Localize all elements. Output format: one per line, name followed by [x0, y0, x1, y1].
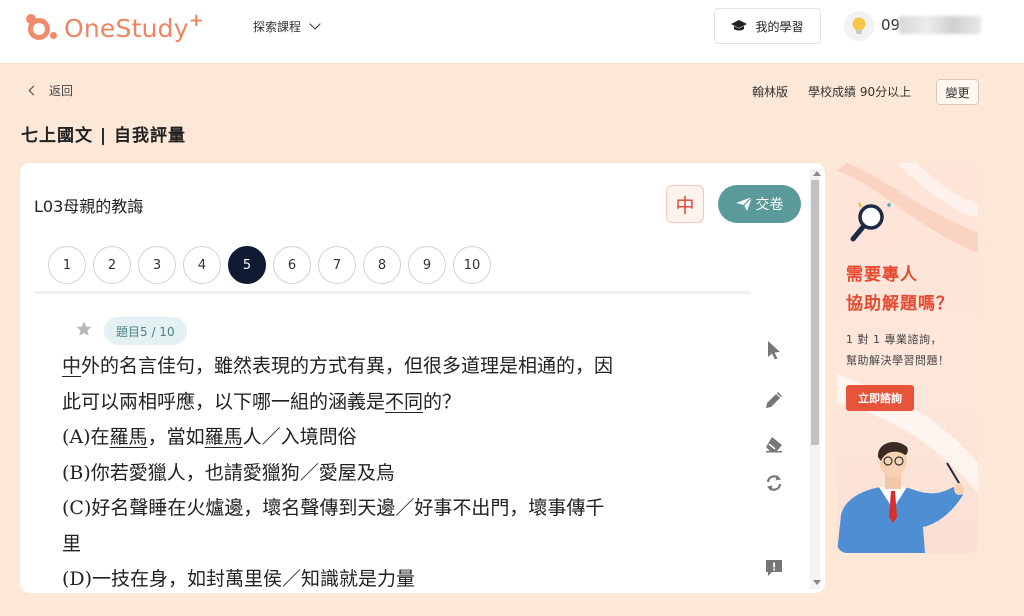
question-line: (A)在羅馬，當如羅馬人／入境問俗 [62, 420, 727, 456]
ad-headline-line2: 協助解題嗎？ [846, 294, 954, 314]
brand-plus: + [188, 9, 204, 31]
report-icon[interactable] [762, 556, 786, 580]
logo-mark-icon [26, 12, 62, 44]
question-counter: 題目5 / 10 [104, 317, 187, 345]
ad-headline-line1: 需要專人 [846, 265, 918, 285]
underlined-term: 羅馬 [204, 426, 243, 448]
chevron-down-icon [309, 18, 321, 30]
question-text-segment: 里 [62, 532, 82, 555]
consult-now-button[interactable]: 立即諮詢 [846, 385, 914, 411]
question-text-segment: ，當如 [147, 426, 205, 448]
avatar[interactable] [844, 11, 874, 41]
pencil-icon[interactable] [762, 388, 786, 412]
back-label: 返回 [49, 84, 74, 98]
question-number-button[interactable]: 4 [183, 246, 221, 284]
top-navbar: OneStudy + 探索課程 我的學習 09 [0, 0, 1024, 64]
brand-name: OneStudy [64, 13, 189, 43]
question-number-button[interactable]: 5 [228, 246, 266, 284]
submit-label: 交卷 [755, 197, 784, 213]
ad-subtext-line1: 1 對 1 專業諮詢， [846, 333, 942, 346]
explore-courses-label: 探索課程 [253, 19, 302, 34]
quiz-card: L03母親的教誨 中 交卷 1 2 3 4 5 6 7 8 9 10 題目5 / 10 中外的名言… [20, 163, 825, 593]
underlined-term: 不同 [385, 390, 424, 413]
question-text-segment: 人／入境問俗 [242, 426, 357, 448]
lesson-title: L03母親的教誨 [34, 197, 144, 216]
question-line: 里 [62, 527, 727, 563]
question-number-button[interactable]: 1 [48, 246, 86, 284]
question-number-button[interactable]: 10 [453, 246, 491, 284]
question-line: (C)好名聲睡在火爐邊，壞名聲傳到天邊／好事不出門，壞事傳千 [62, 491, 727, 527]
username-redacted [899, 16, 981, 34]
question-number-button[interactable]: 2 [93, 246, 131, 284]
submit-button[interactable]: 交卷 [718, 185, 801, 223]
my-learning-button[interactable]: 我的學習 [714, 8, 821, 44]
tutor-illustration [837, 442, 964, 553]
underlined-term: 中 [62, 355, 82, 377]
grade-level: 學校成績 90分以上 [808, 85, 912, 99]
send-icon [735, 197, 752, 211]
question-line: (B)你若愛獵人，也請愛獵狗／愛屋及烏 [62, 456, 727, 492]
question-text-segment: (D)一技在身，如封萬里侯／知識就是力量 [62, 568, 416, 590]
graduation-cap-icon [731, 20, 748, 32]
eraser-icon[interactable] [762, 432, 786, 456]
question-navigator: 1 2 3 4 5 6 7 8 9 10 [48, 246, 491, 284]
question-number-button[interactable]: 9 [408, 246, 446, 284]
font-size-button[interactable]: 中 [666, 185, 704, 223]
back-button[interactable]: 返回 [28, 82, 74, 99]
lightbulb-icon [852, 17, 866, 34]
question-line: (D)一技在身，如封萬里侯／知識就是力量 [62, 562, 727, 593]
question-line: 此可以兩相呼應，以下哪一組的涵義是不同的？ [62, 385, 727, 421]
question-text-segment: 的？ [423, 390, 462, 413]
scroll-up-arrow-icon[interactable] [813, 171, 821, 176]
textbook-edition: 翰林版 [752, 85, 789, 99]
question-text-segment: (C)好名聲睡在火爐邊，壞名聲傳到天邊／好事不出門，壞事傳千 [62, 497, 605, 519]
question-text-segment: (B)你若愛獵人，也請愛獵狗／愛屋及烏 [62, 461, 395, 484]
tutoring-ad-panel[interactable]: 需要專人 協助解題嗎？ 1 對 1 專業諮詢， 幫助解決學習問題！ 立即諮詢 [837, 163, 978, 553]
star-icon[interactable] [75, 320, 93, 338]
page-title: 七上國文 | 自我評量 [21, 126, 187, 146]
ad-subtext-line2: 幫助解決學習問題！ [846, 354, 950, 367]
divider [35, 291, 750, 294]
change-button[interactable]: 變更 [936, 79, 979, 105]
question-number-button[interactable]: 7 [318, 246, 356, 284]
scroll-down-arrow-icon[interactable] [813, 580, 821, 585]
question-text-segment: (A)在 [62, 426, 110, 448]
question-number-button[interactable]: 8 [363, 246, 401, 284]
pointer-icon[interactable] [762, 338, 786, 362]
onestudy-logo[interactable]: OneStudy + [26, 9, 204, 44]
question-number-button[interactable]: 6 [273, 246, 311, 284]
explore-courses-menu[interactable]: 探索課程 [253, 16, 321, 36]
magnifier-icon [850, 202, 891, 242]
scrollbar-thumb[interactable] [811, 180, 819, 445]
question-line: 中外的名言佳句，雖然表現的方式有異，但很多道理是相通的，因 [62, 349, 727, 385]
chevron-left-icon [28, 85, 39, 96]
question-text: 中外的名言佳句，雖然表現的方式有異，但很多道理是相通的，因 此可以兩相呼應，以下哪… [62, 349, 727, 593]
my-learning-label: 我的學習 [755, 19, 804, 34]
ad-subtext: 1 對 1 專業諮詢， 幫助解決學習問題！ [846, 329, 950, 371]
question-text-segment: 此可以兩相呼應，以下哪一組的涵義是 [62, 390, 386, 413]
question-number-button[interactable]: 3 [138, 246, 176, 284]
question-text-segment: 外的名言佳句，雖然表現的方式有異，但很多道理是相通的，因 [81, 355, 614, 377]
username[interactable]: 09 [881, 16, 900, 34]
refresh-icon[interactable] [762, 471, 786, 495]
ad-headline: 需要專人 協助解題嗎？ [846, 261, 954, 319]
underlined-term: 羅馬 [109, 426, 148, 448]
